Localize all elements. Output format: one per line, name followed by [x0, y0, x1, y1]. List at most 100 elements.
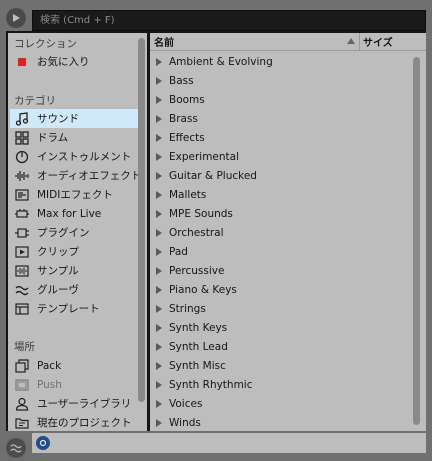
disclosure-triangle-icon[interactable] [156, 380, 163, 389]
disclosure-triangle-icon[interactable] [156, 399, 163, 408]
list-item[interactable]: Ambient & Evolving [150, 52, 408, 71]
list-item[interactable]: Booms [150, 90, 408, 109]
disclosure-triangle-icon[interactable] [156, 171, 163, 180]
list-item-label: Booms [169, 93, 205, 106]
disclosure-triangle-icon[interactable] [156, 247, 163, 256]
disclosure-triangle-icon[interactable] [156, 57, 163, 66]
disclosure-triangle-icon[interactable] [156, 304, 163, 313]
search-input[interactable]: 検索 (Cmd + F) [32, 10, 426, 31]
sidebar-item-instruments[interactable]: インストゥルメント [10, 147, 140, 166]
pack-icon [14, 358, 30, 374]
column-header-label: サイズ [363, 38, 393, 49]
info-icon[interactable] [36, 436, 50, 450]
status-bar [32, 433, 426, 453]
disclosure-triangle-icon[interactable] [156, 342, 163, 351]
list-item[interactable]: Voices [150, 394, 408, 413]
browser-list: 名前 サイズ Ambient & Evolving Bass Booms Brass E… [150, 33, 426, 431]
push-icon [14, 377, 30, 393]
list-item-label: Bass [169, 74, 194, 87]
disclosure-triangle-icon[interactable] [156, 266, 163, 275]
red-square-icon [14, 54, 30, 70]
sidebar-item-label: クリップ [37, 246, 79, 258]
disclosure-triangle-icon[interactable] [156, 228, 163, 237]
disclosure-triangle-icon[interactable] [156, 190, 163, 199]
sidebar-item-label: お気に入り [37, 56, 90, 68]
drum-grid-icon [14, 130, 30, 146]
sidebar-item-midi-effects[interactable]: MIDIエフェクト [10, 185, 140, 204]
disclosure-triangle-icon[interactable] [156, 209, 163, 218]
list-item[interactable]: Winds [150, 413, 408, 431]
list-item[interactable]: Effects [150, 128, 408, 147]
groove-icon [14, 282, 30, 298]
current-project-icon [14, 415, 30, 431]
midi-effect-icon [14, 187, 30, 203]
list-item-label: Mallets [169, 188, 207, 201]
disclosure-triangle-icon[interactable] [156, 76, 163, 85]
list-item[interactable]: Piano & Keys [150, 280, 408, 299]
sidebar-item-current-project[interactable]: 現在のプロジェクト [10, 413, 140, 431]
list-item[interactable]: Pad [150, 242, 408, 261]
list-item[interactable]: Synth Lead [150, 337, 408, 356]
template-icon [14, 301, 30, 317]
sidebar-item-pack[interactable]: Pack [10, 356, 140, 375]
sidebar-item-label: インストゥルメント [37, 151, 132, 163]
disclosure-triangle-icon[interactable] [156, 152, 163, 161]
sidebar-item-grooves[interactable]: グルーヴ [10, 280, 140, 299]
list-item-label: Ambient & Evolving [169, 55, 273, 68]
sidebar-item-plugins[interactable]: プラグイン [10, 223, 140, 242]
list-item[interactable]: Synth Keys [150, 318, 408, 337]
list-item[interactable]: Percussive [150, 261, 408, 280]
sidebar-item-label: 現在のプロジェクト [37, 417, 132, 429]
disclosure-triangle-icon[interactable] [156, 361, 163, 370]
column-header-name[interactable]: 名前 [150, 33, 359, 51]
list-item[interactable]: Orchestral [150, 223, 408, 242]
sidebar-item-audio-effects[interactable]: オーディオエフェクト [10, 166, 141, 185]
sidebar-item-clips[interactable]: クリップ [10, 242, 140, 261]
sidebar-scrollbar[interactable] [138, 38, 145, 402]
list-item-label: Guitar & Plucked [169, 169, 257, 182]
sidebar: コレクション お気に入り カテゴリ サウンド ドラム インストゥルメント オーデ… [8, 33, 147, 431]
list-item[interactable]: Synth Rhythmic [150, 375, 408, 394]
list-item[interactable]: Synth Misc [150, 356, 408, 375]
list-item[interactable]: Guitar & Plucked [150, 166, 408, 185]
sidebar-item-label: プラグイン [37, 227, 90, 239]
sidebar-item-sounds[interactable]: サウンド [10, 109, 140, 128]
disclosure-triangle-icon[interactable] [156, 285, 163, 294]
list-item[interactable]: Experimental [150, 147, 408, 166]
disclosure-triangle-icon[interactable] [156, 323, 163, 332]
list-item-label: Synth Misc [169, 359, 226, 372]
disclosure-triangle-icon[interactable] [156, 133, 163, 142]
sidebar-item-label: Push [37, 378, 62, 391]
sidebar-item-favorites[interactable]: お気に入り [10, 52, 140, 71]
disclosure-triangle-icon[interactable] [156, 114, 163, 123]
groove-pool-button[interactable] [6, 438, 26, 458]
sidebar-item-label: Pack [37, 359, 62, 372]
list-item[interactable]: MPE Sounds [150, 204, 408, 223]
plugin-icon [14, 225, 30, 241]
list-item-label: Percussive [169, 264, 225, 277]
column-header-size[interactable]: サイズ [359, 33, 409, 51]
sidebar-item-templates[interactable]: テンプレート [10, 299, 140, 318]
sort-ascending-icon [347, 37, 355, 44]
sidebar-item-label: テンプレート [37, 303, 100, 315]
disclosure-triangle-icon[interactable] [156, 95, 163, 104]
clip-icon [14, 244, 30, 260]
sidebar-item-drums[interactable]: ドラム [10, 128, 140, 147]
list-item[interactable]: Mallets [150, 185, 408, 204]
list-item[interactable]: Strings [150, 299, 408, 318]
list-item-label: Experimental [169, 150, 240, 163]
list-item-label: Synth Keys [169, 321, 228, 334]
sidebar-item-push[interactable]: Push [10, 375, 140, 394]
section-heading-places: 場所 [14, 341, 35, 353]
sidebar-item-user-library[interactable]: ユーザーライブラリ [10, 394, 140, 413]
preview-play-button[interactable] [6, 8, 26, 28]
sidebar-item-label: ユーザーライブラリ [37, 398, 132, 410]
list-item[interactable]: Brass [150, 109, 408, 128]
sidebar-item-max-for-live[interactable]: Max for Live [10, 204, 140, 223]
disclosure-triangle-icon[interactable] [156, 418, 163, 427]
list-scrollbar[interactable] [413, 57, 420, 425]
groove-icon [10, 444, 22, 453]
list-item[interactable]: Bass [150, 71, 408, 90]
sidebar-item-label: Max for Live [37, 207, 102, 220]
sidebar-item-samples[interactable]: サンプル [10, 261, 140, 280]
